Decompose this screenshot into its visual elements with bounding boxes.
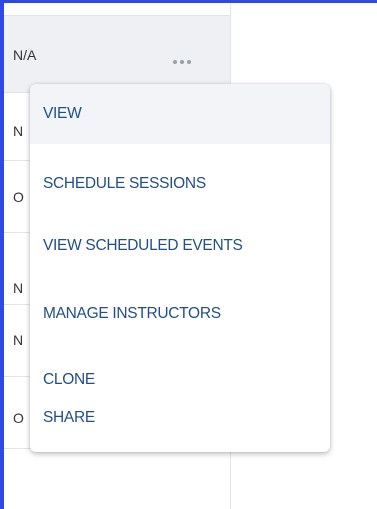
- menu-item-label: MANAGE INSTRUCTORS: [43, 305, 221, 322]
- menu-item-label: VIEW: [43, 105, 82, 122]
- menu-item-view[interactable]: VIEW: [30, 84, 330, 144]
- table-cell-value: N/A: [13, 47, 37, 63]
- menu-item-view-scheduled-events[interactable]: VIEW SCHEDULED EVENTS: [30, 216, 330, 276]
- table-cell-value: N: [13, 280, 24, 296]
- menu-item-schedule-sessions[interactable]: SCHEDULE SESSIONS: [30, 154, 330, 214]
- table-cell-value: O: [13, 189, 24, 205]
- table-cell-value: O: [13, 410, 24, 426]
- more-horizontal-icon: [172, 60, 193, 64]
- menu-item-manage-instructors[interactable]: MANAGE INSTRUCTORS: [30, 284, 330, 344]
- row-actions-button[interactable]: [162, 54, 202, 70]
- menu-item-label: VIEW SCHEDULED EVENTS: [43, 237, 243, 254]
- menu-item-label: SCHEDULE SESSIONS: [43, 175, 206, 192]
- table-cell-value: N: [13, 332, 24, 348]
- row-context-menu: VIEW SCHEDULE SESSIONS VIEW SCHEDULED EV…: [30, 84, 330, 452]
- table-row[interactable]: N/A: [4, 15, 230, 93]
- menu-item-share[interactable]: SHARE: [30, 386, 330, 450]
- menu-item-label: SHARE: [43, 409, 95, 426]
- table-cell-value: N: [13, 123, 24, 139]
